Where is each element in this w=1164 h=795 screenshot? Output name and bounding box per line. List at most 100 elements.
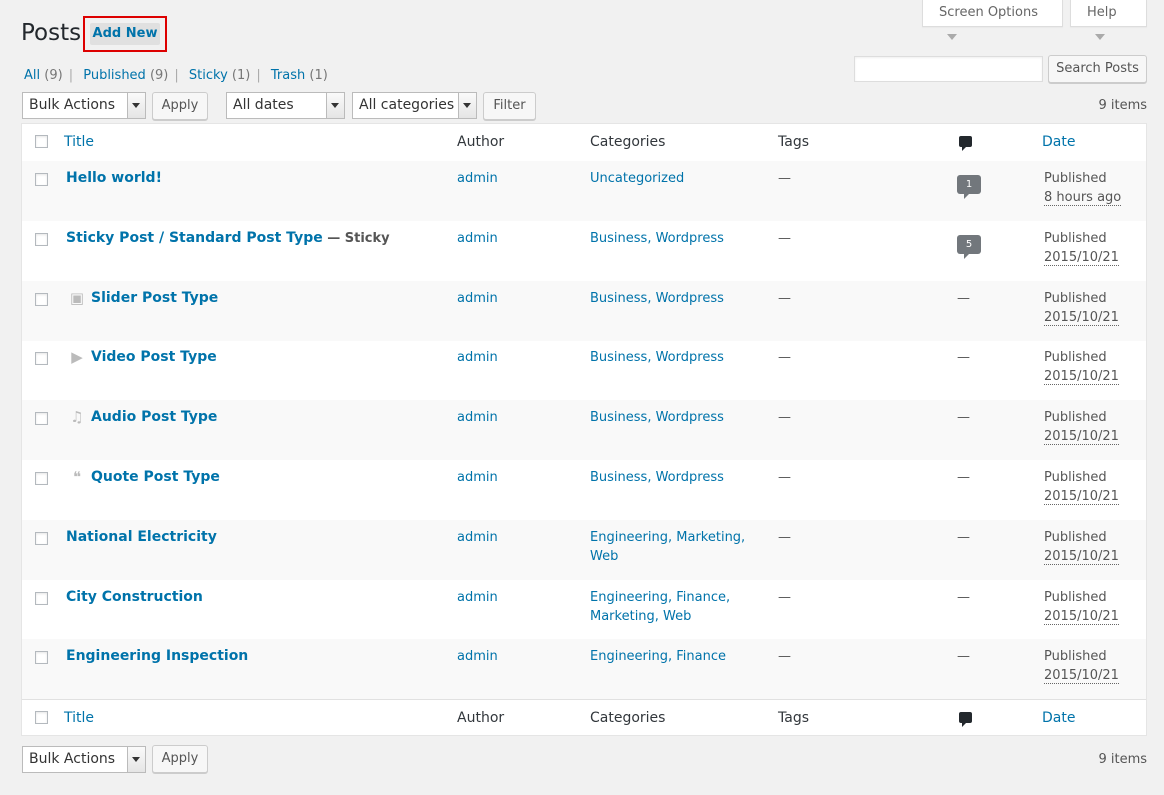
add-new-button[interactable]: Add New [90,23,160,45]
row-checkbox[interactable] [35,352,48,365]
post-date-value: 2015/10/21 [1044,369,1119,385]
table-row: Hello world! admin Uncategorized — 1 Publishe… [22,161,1146,221]
screen-options-tab[interactable]: Screen Options [922,0,1063,40]
post-date-value: 2015/10/21 [1044,549,1119,565]
post-title-link[interactable]: Quote Post Type [91,469,220,485]
post-title-cell: Sticky Post / Standard Post Type — Stick… [66,229,390,248]
row-checkbox[interactable] [35,293,48,306]
filter-sticky[interactable]: Sticky [189,68,228,83]
gallery-icon: ▣ [69,289,85,307]
post-date: Published 2015/10/21 [1044,289,1119,327]
table-row: ▶ Video Post Type admin Business, Wordpress… [22,340,1146,400]
post-title-link[interactable]: City Construction [66,589,203,605]
post-comments: — [957,590,970,605]
row-checkbox[interactable] [35,651,48,664]
post-author-link[interactable]: admin [457,588,498,607]
post-categories[interactable]: Business, Wordpress [590,468,750,487]
sticky-label: — Sticky [322,231,390,246]
title-column-header[interactable]: Title [64,133,94,152]
bulk-actions-select[interactable]: Bulk Actions [22,92,146,119]
chevron-down-icon [127,93,145,118]
search-input[interactable] [854,56,1043,82]
quote-icon: ❝ [72,468,82,486]
post-tags: — [778,350,791,365]
table-row: ▣ Slider Post Type admin Business, Wordpres… [22,281,1146,341]
post-categories[interactable]: Business, Wordpress [590,289,750,308]
comment-count-badge[interactable]: 1 [957,175,981,199]
dates-select[interactable]: All dates [226,92,345,119]
apply-button-bottom[interactable]: Apply [152,745,208,773]
post-categories[interactable]: Business, Wordpress [590,229,750,248]
search-posts-button[interactable]: Search Posts [1048,55,1147,83]
categories-column-footer: Categories [590,710,666,726]
post-author-link[interactable]: admin [457,169,498,188]
filter-published[interactable]: Published [83,68,146,83]
post-date: Published 2015/10/21 [1044,647,1119,685]
page-title: Posts [21,20,82,46]
comment-icon[interactable] [959,712,972,727]
bulk-actions-select-bottom[interactable]: Bulk Actions [22,746,146,773]
posts-table: Title Author Categories Tags Date Hello … [21,123,1147,736]
post-status: Published [1044,171,1107,186]
post-date: Published 8 hours ago [1044,169,1122,207]
post-author-link[interactable]: admin [457,528,498,547]
date-column-header[interactable]: Date [1042,133,1075,152]
post-categories[interactable]: Engineering, Marketing, Web [590,528,750,566]
post-title-cell: National Electricity [66,528,217,547]
row-checkbox[interactable] [35,233,48,246]
tags-column-footer: Tags [778,710,809,726]
screen-options-label: Screen Options [939,5,1038,20]
filter-trash[interactable]: Trash [271,68,305,83]
post-tags: — [778,649,791,664]
row-checkbox[interactable] [35,412,48,425]
post-categories[interactable]: Business, Wordpress [590,348,750,367]
title-column-footer[interactable]: Title [64,709,94,728]
row-checkbox[interactable] [35,592,48,605]
post-status: Published [1044,231,1107,246]
post-title-link[interactable]: Audio Post Type [91,409,217,425]
categories-select[interactable]: All categories [352,92,477,119]
post-tags: — [778,590,791,605]
filter-all[interactable]: All [24,68,40,83]
chevron-down-icon [947,34,957,40]
post-categories[interactable]: Engineering, Finance, Marketing, Web [590,588,750,626]
date-column-footer[interactable]: Date [1042,709,1075,728]
apply-button[interactable]: Apply [152,92,208,120]
bulk-actions-value: Bulk Actions [29,751,116,767]
post-categories[interactable]: Uncategorized [590,169,750,188]
row-checkbox[interactable] [35,173,48,186]
post-title-link[interactable]: Sticky Post / Standard Post Type [66,230,323,246]
post-status: Published [1044,291,1107,306]
row-checkbox[interactable] [35,532,48,545]
post-author-link[interactable]: admin [457,348,498,367]
bulk-actions-value: Bulk Actions [29,97,116,113]
post-title-cell: Quote Post Type [91,468,220,487]
post-title-link[interactable]: Hello world! [66,170,162,186]
post-author-link[interactable]: admin [457,647,498,666]
post-title-link[interactable]: Slider Post Type [91,290,218,306]
post-date-value: 8 hours ago [1044,190,1122,206]
post-author-link[interactable]: admin [457,408,498,427]
post-tags: — [778,530,791,545]
table-header: Title Author Categories Tags Date [22,124,1146,162]
row-checkbox[interactable] [35,472,48,485]
post-author-link[interactable]: admin [457,289,498,308]
post-categories[interactable]: Business, Wordpress [590,408,750,427]
post-title-link[interactable]: National Electricity [66,529,217,545]
select-all-checkbox[interactable] [35,711,48,724]
post-categories[interactable]: Engineering, Finance [590,647,750,666]
post-title-link[interactable]: Engineering Inspection [66,648,248,664]
post-comments: — [957,649,970,664]
post-date-value: 2015/10/21 [1044,668,1119,684]
help-tab[interactable]: Help [1070,0,1147,40]
select-all-checkbox[interactable] [35,135,48,148]
post-author-link[interactable]: admin [457,229,498,248]
comment-count-badge[interactable]: 5 [957,235,981,259]
post-date-value: 2015/10/21 [1044,489,1119,505]
post-date-value: 2015/10/21 [1044,429,1119,445]
post-title-link[interactable]: Video Post Type [91,349,217,365]
filter-button[interactable]: Filter [483,92,536,120]
post-author-link[interactable]: admin [457,468,498,487]
comment-icon[interactable] [959,136,972,151]
chevron-down-icon [458,93,476,118]
